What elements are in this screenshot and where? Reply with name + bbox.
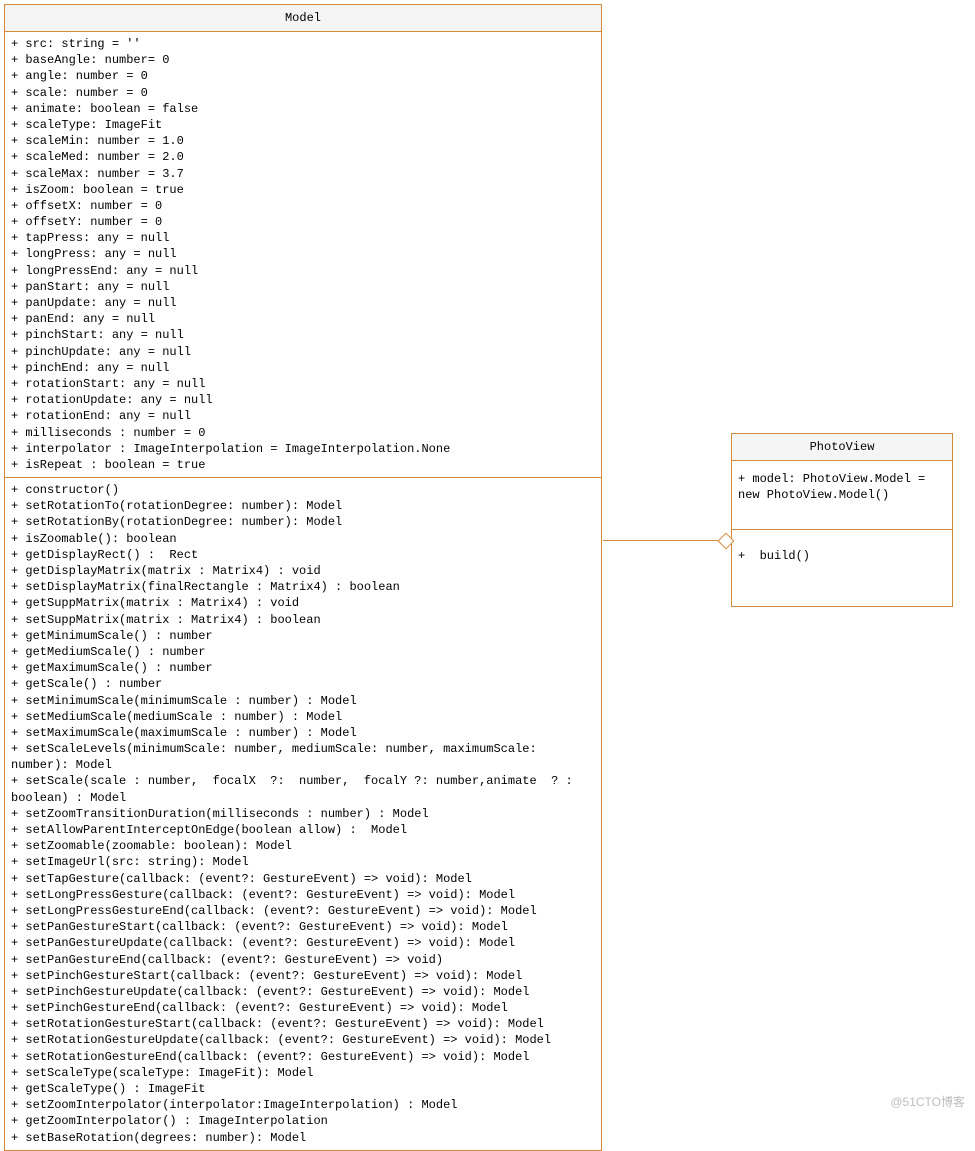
class-photoview-attributes: + model: PhotoView.Model = new PhotoView… — [732, 461, 952, 530]
model-attribute-row: + rotationEnd: any = null — [11, 408, 595, 424]
model-method-row: + setBaseRotation(degrees: number): Mode… — [11, 1130, 595, 1146]
diagram-canvas: Model + src: string = ''+ baseAngle: num… — [4, 4, 971, 1112]
model-method-row: + getScale() : number — [11, 676, 595, 692]
model-method-row: + setLongPressGestureEnd(callback: (even… — [11, 903, 595, 919]
photoview-attribute-row: + model: PhotoView.Model = new PhotoView… — [738, 471, 946, 503]
model-method-row: + setAllowParentInterceptOnEdge(boolean … — [11, 822, 595, 838]
model-attribute-row: + pinchUpdate: any = null — [11, 344, 595, 360]
model-method-row: + setPinchGestureUpdate(callback: (event… — [11, 984, 595, 1000]
class-model-methods: + constructor()+ setRotationTo(rotationD… — [5, 478, 601, 1150]
model-method-row: + setDisplayMatrix(finalRectangle : Matr… — [11, 579, 595, 595]
model-method-row: + setZoomable(zoomable: boolean): Model — [11, 838, 595, 854]
model-method-row: + isZoomable(): boolean — [11, 531, 595, 547]
model-attribute-row: + milliseconds : number = 0 — [11, 425, 595, 441]
model-method-row: + getMaximumScale() : number — [11, 660, 595, 676]
model-method-row: + setLongPressGesture(callback: (event?:… — [11, 887, 595, 903]
class-model: Model + src: string = ''+ baseAngle: num… — [4, 4, 602, 1151]
model-attribute-row: + longPressEnd: any = null — [11, 263, 595, 279]
model-attribute-row: + panEnd: any = null — [11, 311, 595, 327]
class-photoview-methods: + build() — [732, 530, 952, 606]
model-method-row: + setSuppMatrix(matrix : Matrix4) : bool… — [11, 612, 595, 628]
model-method-row: + setImageUrl(src: string): Model — [11, 854, 595, 870]
model-attribute-row: + offsetY: number = 0 — [11, 214, 595, 230]
model-method-row: + setScaleType(scaleType: ImageFit): Mod… — [11, 1065, 595, 1081]
model-method-row: + getScaleType() : ImageFit — [11, 1081, 595, 1097]
model-method-row: + setMediumScale(mediumScale : number) :… — [11, 709, 595, 725]
model-attribute-row: + baseAngle: number= 0 — [11, 52, 595, 68]
model-method-row: + setRotationTo(rotationDegree: number):… — [11, 498, 595, 514]
class-model-title: Model — [5, 5, 601, 32]
model-attribute-row: + pinchStart: any = null — [11, 327, 595, 343]
model-method-row: + setZoomInterpolator(interpolator:Image… — [11, 1097, 595, 1113]
model-method-row: + constructor() — [11, 482, 595, 498]
model-method-row: + setMaximumScale(maximumScale : number)… — [11, 725, 595, 741]
model-method-row: + setTapGesture(callback: (event?: Gestu… — [11, 871, 595, 887]
model-method-row: + setMinimumScale(minimumScale : number)… — [11, 693, 595, 709]
class-photoview-title: PhotoView — [732, 434, 952, 461]
model-method-row: + getMinimumScale() : number — [11, 628, 595, 644]
model-method-row: + setPinchGestureEnd(callback: (event?: … — [11, 1000, 595, 1016]
model-method-row: + setPanGestureUpdate(callback: (event?:… — [11, 935, 595, 951]
model-method-row: + setPanGestureStart(callback: (event?: … — [11, 919, 595, 935]
model-method-row: + setScale(scale : number, focalX ?: num… — [11, 773, 595, 805]
model-attribute-row: + scaleMin: number = 1.0 — [11, 133, 595, 149]
model-method-row: + getDisplayMatrix(matrix : Matrix4) : v… — [11, 563, 595, 579]
model-attribute-row: + tapPress: any = null — [11, 230, 595, 246]
model-attribute-row: + src: string = '' — [11, 36, 595, 52]
model-attribute-row: + angle: number = 0 — [11, 68, 595, 84]
model-attribute-row: + scaleMax: number = 3.7 — [11, 166, 595, 182]
model-attribute-row: + scaleMed: number = 2.0 — [11, 149, 595, 165]
model-attribute-row: + scaleType: ImageFit — [11, 117, 595, 133]
model-attribute-row: + isRepeat : boolean = true — [11, 457, 595, 473]
model-attribute-row: + rotationStart: any = null — [11, 376, 595, 392]
association-line — [603, 540, 725, 541]
model-attribute-row: + animate: boolean = false — [11, 101, 595, 117]
model-method-row: + setScaleLevels(minimumScale: number, m… — [11, 741, 595, 773]
model-method-row: + setPinchGestureStart(callback: (event?… — [11, 968, 595, 984]
model-attribute-row: + panStart: any = null — [11, 279, 595, 295]
model-method-row: + getSuppMatrix(matrix : Matrix4) : void — [11, 595, 595, 611]
model-attribute-row: + rotationUpdate: any = null — [11, 392, 595, 408]
class-photoview: PhotoView + model: PhotoView.Model = new… — [731, 433, 953, 607]
model-attribute-row: + pinchEnd: any = null — [11, 360, 595, 376]
model-method-row: + setZoomTransitionDuration(milliseconds… — [11, 806, 595, 822]
model-attribute-row: + panUpdate: any = null — [11, 295, 595, 311]
model-method-row: + setRotationGestureStart(callback: (eve… — [11, 1016, 595, 1032]
watermark-text: @51CTO博客 — [890, 1093, 965, 1110]
model-attribute-row: + offsetX: number = 0 — [11, 198, 595, 214]
model-attribute-row: + interpolator : ImageInterpolation = Im… — [11, 441, 595, 457]
model-attribute-row: + longPress: any = null — [11, 246, 595, 262]
model-attribute-row: + isZoom: boolean = true — [11, 182, 595, 198]
photoview-method-row: + build() — [738, 548, 946, 564]
model-method-row: + setRotationGestureUpdate(callback: (ev… — [11, 1032, 595, 1048]
model-method-row: + getDisplayRect() : Rect — [11, 547, 595, 563]
model-method-row: + setRotationGestureEnd(callback: (event… — [11, 1049, 595, 1065]
model-method-row: + getMediumScale() : number — [11, 644, 595, 660]
model-method-row: + setPanGestureEnd(callback: (event?: Ge… — [11, 952, 595, 968]
class-model-attributes: + src: string = ''+ baseAngle: number= 0… — [5, 32, 601, 478]
model-attribute-row: + scale: number = 0 — [11, 85, 595, 101]
model-method-row: + setRotationBy(rotationDegree: number):… — [11, 514, 595, 530]
